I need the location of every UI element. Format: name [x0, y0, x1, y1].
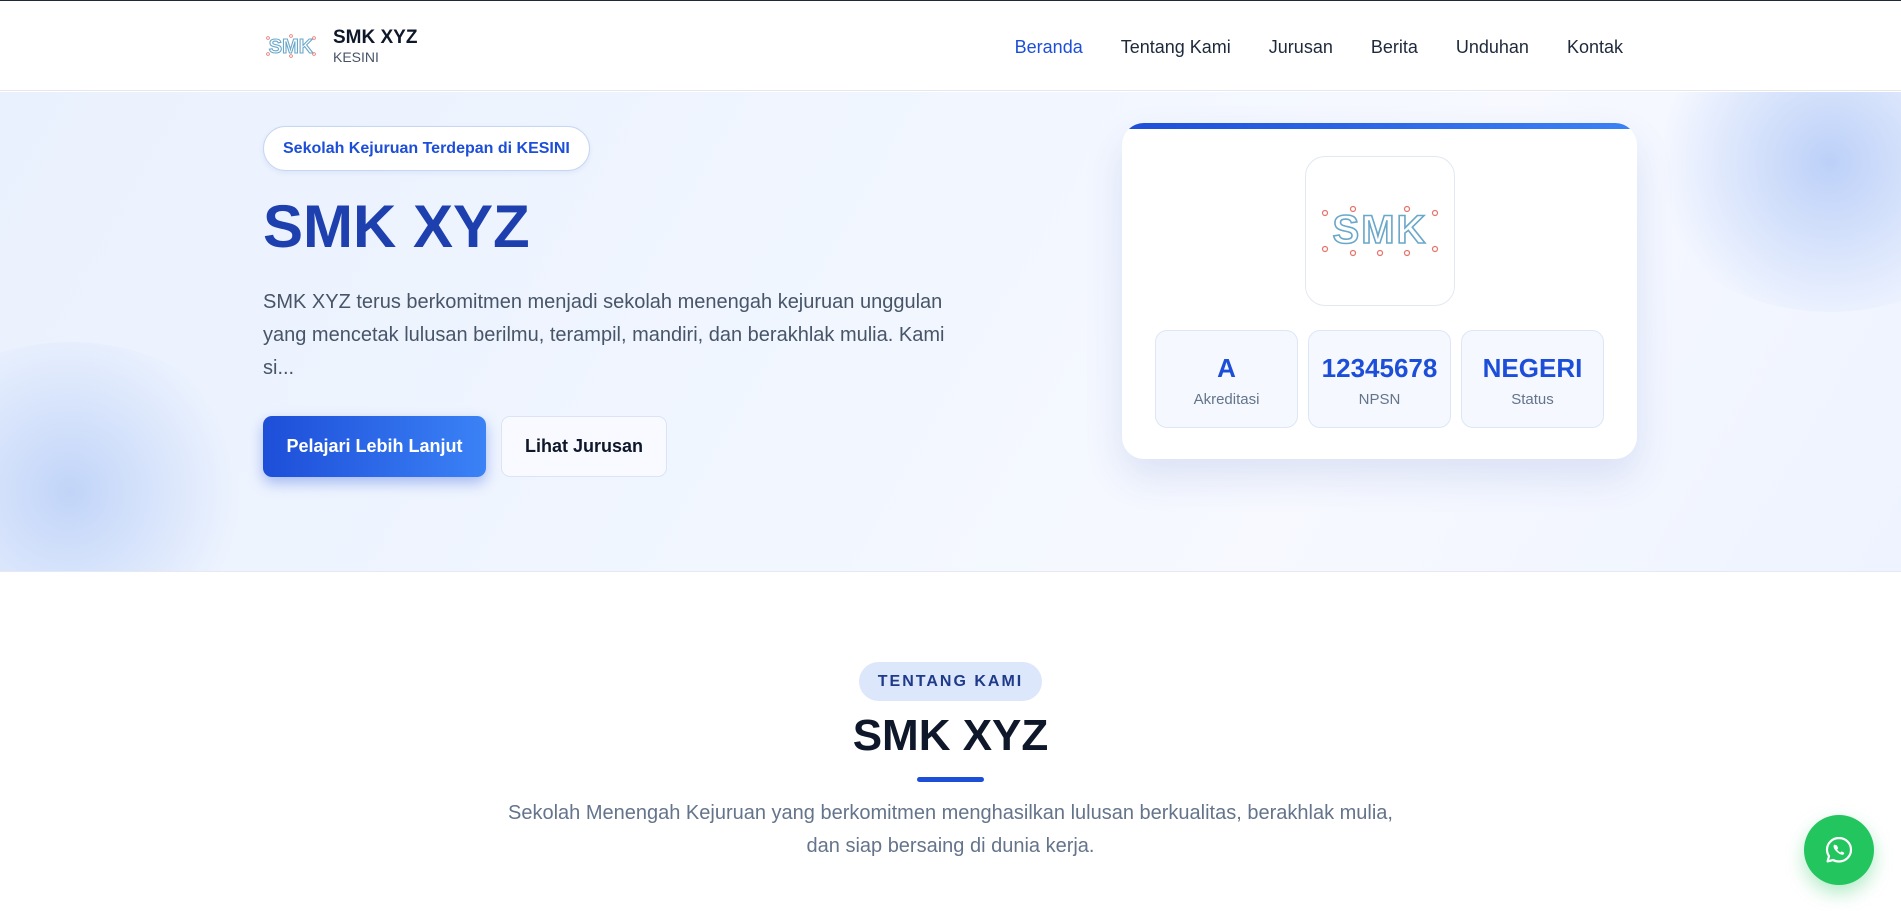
nav-berita[interactable]: Berita [1371, 35, 1418, 59]
school-info-card: SMK A Akreditasi 12345678 NPSN NEGERI St… [1122, 123, 1637, 459]
stat-akreditasi: A Akreditasi [1155, 330, 1298, 428]
learn-more-button[interactable]: Pelajari Lebih Lanjut [263, 416, 486, 477]
brand[interactable]: SMK SMK XYZ KESINI [263, 27, 417, 65]
hero-title: SMK XYZ [263, 193, 530, 260]
brand-name: SMK XYZ [333, 27, 418, 48]
hero-section: Sekolah Kejuruan Terdepan di KESINI SMK … [0, 92, 1901, 572]
nav-unduhan[interactable]: Unduhan [1456, 35, 1529, 59]
stat-label: NPSN [1358, 391, 1401, 408]
nav-beranda[interactable]: Beranda [1015, 35, 1083, 59]
stat-value: NEGERI [1482, 353, 1583, 383]
section-description: Sekolah Menengah Kejuruan yang berkomitm… [508, 802, 1393, 857]
section-badge: TENTANG KAMI [859, 662, 1042, 701]
nav-jurusan[interactable]: Jurusan [1269, 35, 1333, 59]
stat-status: NEGERI Status [1461, 330, 1604, 428]
smk-logo-icon: SMK [1305, 156, 1455, 306]
main-nav: Beranda Tentang Kami Jurusan Berita Undu… [977, 35, 1623, 59]
stat-label: Akreditasi [1193, 391, 1260, 408]
site-header: SMK SMK XYZ KESINI Beranda Tentang Kami … [0, 1, 1901, 91]
decorative-blob [0, 342, 260, 571]
stat-value: A [1217, 353, 1236, 383]
section-title: SMK XYZ [852, 711, 1049, 760]
decorative-blob [1640, 92, 1901, 312]
nav-tentang-kami[interactable]: Tentang Kami [1121, 35, 1231, 59]
stat-label: Status [1511, 391, 1554, 408]
view-majors-button[interactable]: Lihat Jurusan [501, 416, 667, 477]
whatsapp-icon [1825, 836, 1853, 863]
card-accent-bar [1122, 123, 1637, 129]
whatsapp-button[interactable] [1804, 815, 1874, 885]
stat-value: 12345678 [1321, 353, 1438, 383]
section-divider [917, 777, 984, 782]
hero-description: SMK XYZ terus berkomitmen menjadi sekola… [263, 291, 945, 379]
smk-logo-icon: SMK [263, 28, 319, 64]
hero-tagline-badge: Sekolah Kejuruan Terdepan di KESINI [263, 126, 590, 171]
brand-subtitle: KESINI [333, 49, 379, 65]
svg-text:SMK: SMK [1333, 208, 1428, 252]
stat-npsn: 12345678 NPSN [1308, 330, 1451, 428]
nav-kontak[interactable]: Kontak [1567, 35, 1623, 59]
